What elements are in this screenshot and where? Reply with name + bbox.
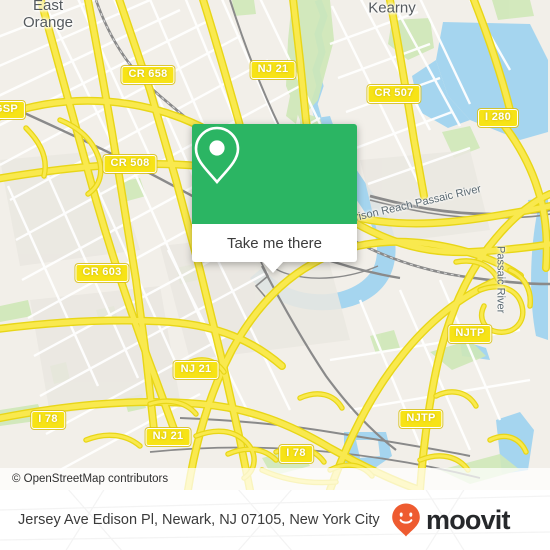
road-shield-njtp-a: NJTP xyxy=(448,325,492,343)
address-label: Jersey Ave Edison Pl, Newark, NJ 07105, … xyxy=(18,511,380,528)
moovit-wordmark: moovit xyxy=(426,504,511,535)
road-shield-njtp-b: NJTP xyxy=(399,410,443,428)
card-pointer-tail xyxy=(262,261,284,273)
map-canvas[interactable]: East Orange Kearny Harrison Reach Passai… xyxy=(0,0,550,490)
road-shield-nj-21-c: NJ 21 xyxy=(145,428,191,446)
card-header xyxy=(192,124,357,224)
road-shield-cr-507: CR 507 xyxy=(367,85,421,103)
place-label: East Orange xyxy=(22,0,74,31)
road-shield-nj-21-a: NJ 21 xyxy=(250,61,296,79)
road-shield-nj-21-b: NJ 21 xyxy=(173,361,219,379)
map-pin-icon xyxy=(194,126,240,185)
road-shield-i-78-a: I 78 xyxy=(31,411,65,429)
footer-bar: Jersey Ave Edison Pl, Newark, NJ 07105, … xyxy=(0,490,550,550)
take-me-there-card[interactable]: Take me there xyxy=(192,124,357,273)
map-screenshot-page: East Orange Kearny Harrison Reach Passai… xyxy=(0,0,550,550)
road-shield-cr-658: CR 658 xyxy=(121,66,175,84)
road-shield-cr-508: CR 508 xyxy=(103,155,157,173)
map-attribution-bar: © OpenStreetMap contributors xyxy=(0,468,550,490)
road-shield-gsp: GSP xyxy=(0,101,26,119)
take-me-there-label: Take me there xyxy=(226,234,323,252)
place-label: Kearny xyxy=(368,0,416,17)
osm-attribution-text[interactable]: © OpenStreetMap contributors xyxy=(0,473,168,485)
moovit-logo[interactable]: moovit xyxy=(390,502,511,538)
water-label-passaic-river: Passaic River xyxy=(494,246,507,314)
card-action-label-wrap[interactable]: Take me there xyxy=(192,224,357,262)
road-shield-cr-603: CR 603 xyxy=(75,264,129,282)
road-shield-i-280: I 280 xyxy=(478,109,518,127)
road-shield-i-78-b: I 78 xyxy=(279,445,313,463)
moovit-pin-smiley-icon xyxy=(392,503,420,537)
